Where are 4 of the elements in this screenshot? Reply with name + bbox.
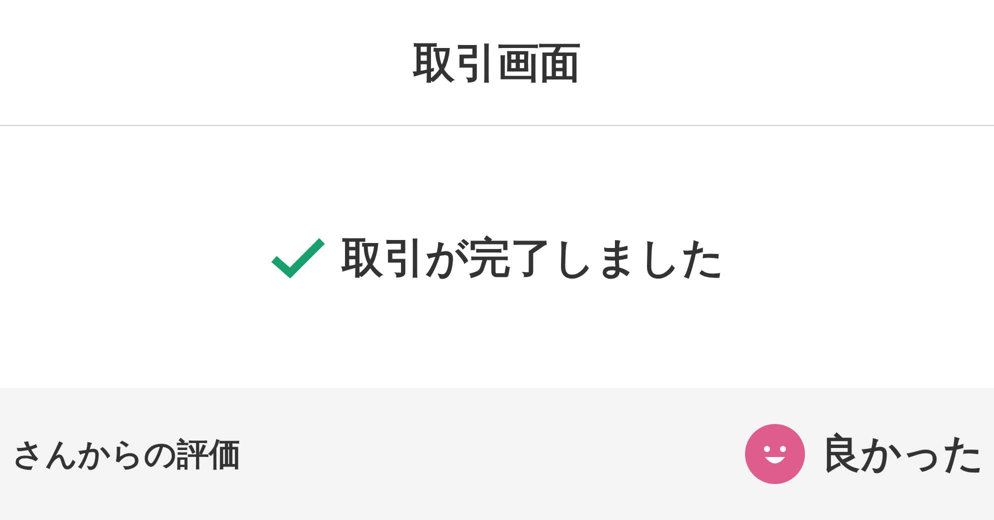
completion-message: 取引が完了しました xyxy=(342,232,724,284)
rating-text: 良かった xyxy=(821,430,984,479)
screen-title: 取引画面 xyxy=(413,37,581,89)
review-label: さんからの評価 xyxy=(12,434,241,475)
